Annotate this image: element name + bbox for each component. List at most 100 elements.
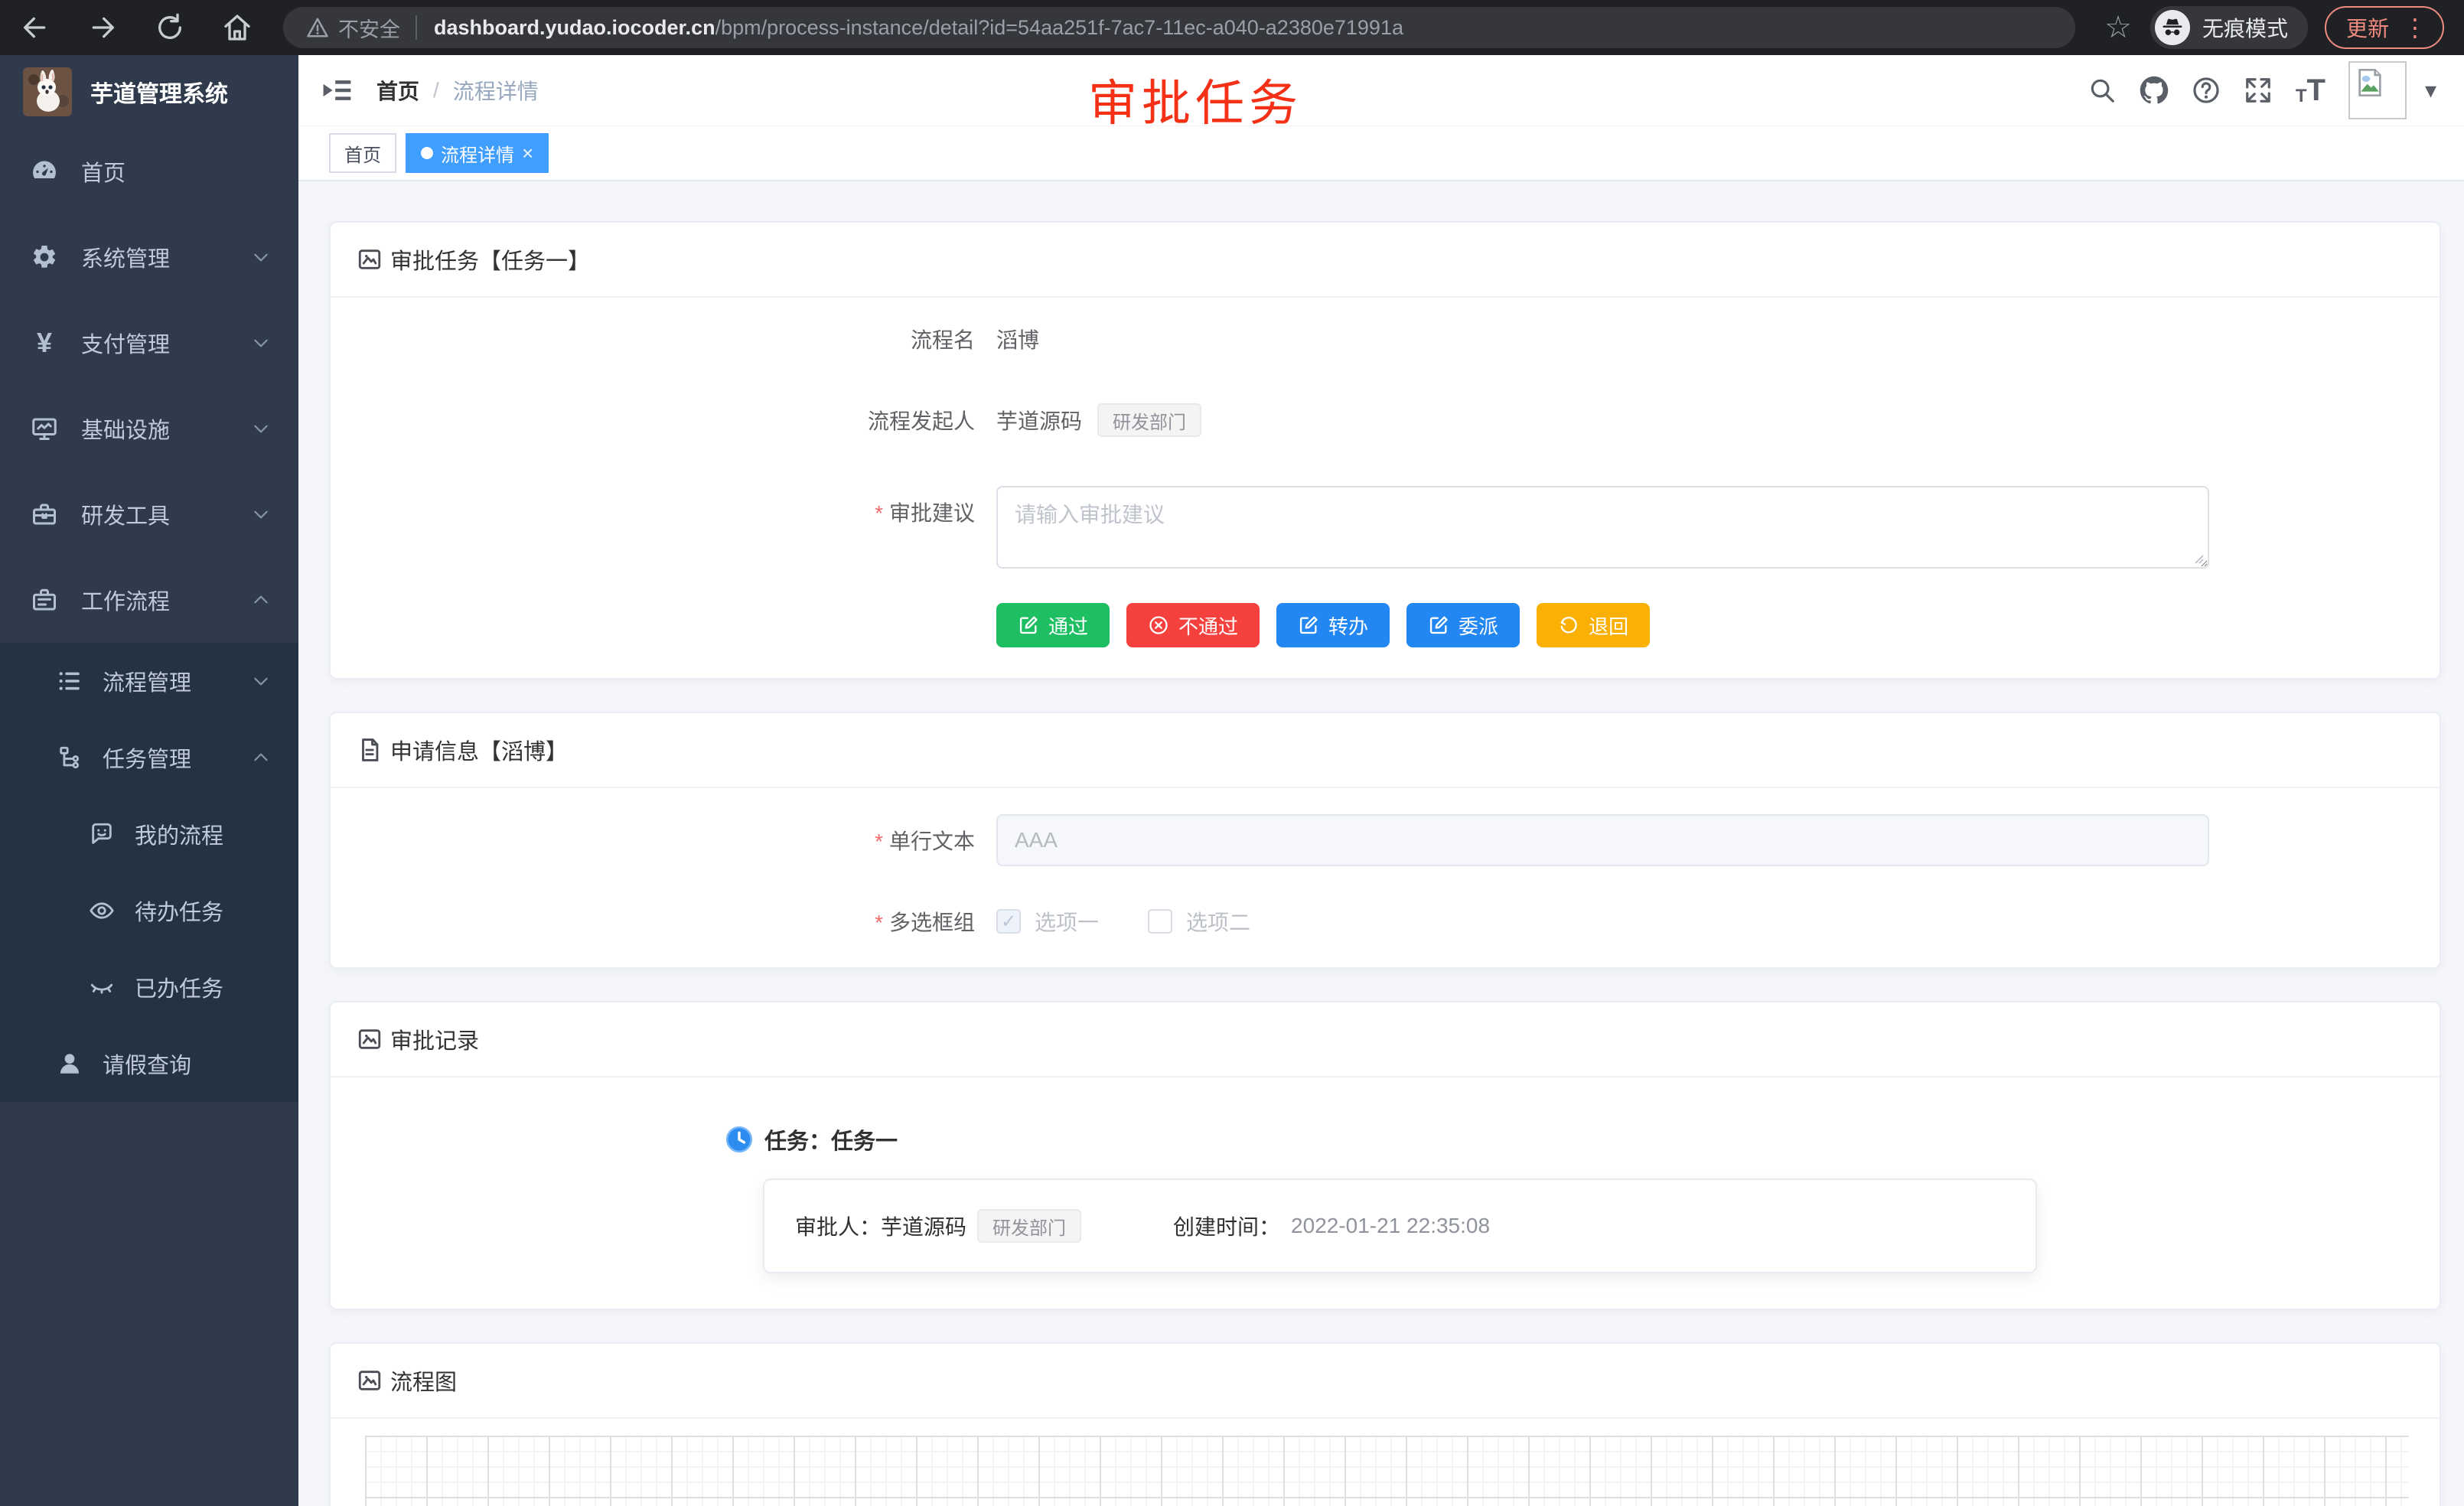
not-secure-icon[interactable] bbox=[306, 16, 329, 39]
button-label: 不通过 bbox=[1178, 611, 1238, 640]
sidebar-item-leave-query[interactable]: 请假查询 bbox=[0, 1025, 298, 1102]
github-icon[interactable] bbox=[2140, 76, 2169, 105]
return-button[interactable]: 退回 bbox=[1537, 603, 1650, 647]
forward-icon[interactable] bbox=[87, 12, 118, 43]
card-body: 任务：任务一 审批人： 芋道源码 研发部门 创建时间： 2022-01-21 2… bbox=[331, 1077, 2440, 1309]
sidebar-item-devtools[interactable]: 研发工具 bbox=[0, 471, 298, 557]
breadcrumb-separator: / bbox=[433, 78, 439, 103]
form-row-process-name: 流程名 滔博 bbox=[331, 324, 2409, 354]
button-label: 委派 bbox=[1459, 611, 1498, 640]
reload-icon[interactable] bbox=[155, 12, 185, 43]
form-row-opinion: 审批建议 bbox=[331, 486, 2409, 572]
yen-icon: ¥ bbox=[31, 329, 58, 357]
timeline-node: 任务：任务一 bbox=[725, 1123, 2409, 1156]
toolbox-icon bbox=[31, 500, 58, 528]
sidebar-item-done-tasks[interactable]: 已办任务 bbox=[0, 949, 298, 1025]
application-info-card: 申请信息【滔博】 单行文本 多选框组 ✓ 选项一 bbox=[329, 712, 2441, 969]
sidebar-item-workflow[interactable]: 工作流程 bbox=[0, 557, 298, 643]
search-icon[interactable] bbox=[2088, 76, 2117, 105]
url-path[interactable]: /bpm/process-instance/detail?id=54aa251f… bbox=[715, 16, 1403, 40]
dept-tag: 研发部门 bbox=[1097, 403, 1201, 437]
chevron-down-icon bbox=[251, 504, 271, 524]
breadcrumb: 首页 / 流程详情 bbox=[376, 75, 539, 106]
approval-record-card: 审批记录 任务：任务一 审批人： 芋道源码 研发部门 bbox=[329, 1001, 2441, 1310]
sidebar-item-label: 支付管理 bbox=[81, 327, 170, 359]
tree-icon bbox=[57, 745, 83, 771]
card-title: 审批任务【任务一】 bbox=[390, 243, 590, 275]
sidebar-item-system[interactable]: 系统管理 bbox=[0, 214, 298, 300]
process-name-value: 滔博 bbox=[996, 324, 1039, 354]
sidebar-item-task-management[interactable]: 任务管理 bbox=[0, 719, 298, 796]
checkbox-unchecked-icon[interactable] bbox=[1148, 909, 1172, 934]
chevron-down-icon bbox=[251, 671, 271, 691]
undo-icon bbox=[1558, 614, 1579, 636]
transfer-button[interactable]: 转办 bbox=[1276, 603, 1390, 647]
sidebar-item-label: 我的流程 bbox=[135, 818, 223, 850]
browser-toolbar: 不安全 dashboard.yudao.iocoder.cn /bpm/proc… bbox=[0, 0, 2464, 55]
hamburger-icon[interactable] bbox=[320, 73, 354, 107]
back-icon[interactable] bbox=[20, 12, 51, 43]
field-label: 流程发起人 bbox=[331, 405, 996, 435]
checkbox-label: 选项二 bbox=[1186, 906, 1250, 937]
card-body: 单行文本 多选框组 ✓ 选项一 bbox=[331, 788, 2440, 967]
sidebar-item-my-process[interactable]: 我的流程 bbox=[0, 796, 298, 872]
avatar-caret-icon[interactable]: ▾ bbox=[2425, 77, 2436, 104]
font-size-icon[interactable]: TT bbox=[2296, 75, 2325, 106]
address-bar[interactable]: 不安全 dashboard.yudao.iocoder.cn /bpm/proc… bbox=[283, 7, 2075, 48]
security-label[interactable]: 不安全 bbox=[338, 13, 400, 43]
sidebar-item-payment[interactable]: ¥ 支付管理 bbox=[0, 300, 298, 386]
bpmn-canvas-grid[interactable] bbox=[365, 1436, 2409, 1506]
approval-actions: 通过 不通过 转办 委 bbox=[996, 603, 2409, 647]
chevron-down-icon bbox=[251, 419, 271, 438]
browser-update-button[interactable]: 更新 ⋮ bbox=[2325, 6, 2444, 49]
avatar[interactable] bbox=[2348, 61, 2407, 119]
card-title: 流程图 bbox=[390, 1364, 457, 1397]
chevron-down-icon bbox=[251, 333, 271, 353]
form-row-initiator: 流程发起人 芋道源码 研发部门 bbox=[331, 403, 2409, 437]
sidebar-item-label: 基础设施 bbox=[81, 412, 170, 445]
card-title: 申请信息【滔博】 bbox=[390, 734, 568, 766]
tag-process-detail[interactable]: 流程详情 × bbox=[406, 133, 549, 173]
screen: 不安全 dashboard.yudao.iocoder.cn /bpm/proc… bbox=[0, 0, 2464, 1506]
approve-button[interactable]: 通过 bbox=[996, 603, 1110, 647]
checkbox-option-1[interactable]: ✓ 选项一 bbox=[996, 906, 1099, 937]
chevron-up-icon bbox=[251, 590, 271, 610]
update-label[interactable]: 更新 bbox=[2346, 12, 2389, 43]
card-header: 审批记录 bbox=[331, 1002, 2440, 1077]
tag-home[interactable]: 首页 bbox=[329, 133, 396, 173]
checkbox-checked-icon[interactable]: ✓ bbox=[996, 909, 1021, 934]
reject-button[interactable]: 不通过 bbox=[1126, 603, 1260, 647]
close-icon[interactable]: × bbox=[522, 143, 533, 163]
edit-icon bbox=[1018, 614, 1039, 636]
sidebar: 芋道管理系统 首页 系统管理 ¥ 支付管理 基础设施 bbox=[0, 55, 298, 1506]
dept-tag: 研发部门 bbox=[977, 1209, 1081, 1243]
timeline-task-title: 任务：任务一 bbox=[764, 1123, 898, 1156]
sidebar-item-label: 工作流程 bbox=[81, 584, 170, 616]
incognito-label: 无痕模式 bbox=[2202, 12, 2288, 43]
app-logo[interactable]: 芋道管理系统 bbox=[0, 55, 298, 129]
checkbox-option-2[interactable]: 选项二 bbox=[1148, 906, 1250, 937]
approver-value: 芋道源码 bbox=[881, 1211, 966, 1241]
opinion-textarea[interactable] bbox=[996, 486, 2209, 569]
document-icon bbox=[357, 737, 383, 763]
single-text-input[interactable] bbox=[996, 814, 2209, 866]
url-host[interactable]: dashboard.yudao.iocoder.cn bbox=[434, 16, 715, 40]
fullscreen-icon[interactable] bbox=[2244, 76, 2273, 105]
breadcrumb-home[interactable]: 首页 bbox=[376, 75, 419, 106]
dashboard-icon bbox=[31, 158, 58, 185]
logo-rabbit-image bbox=[23, 67, 72, 116]
bookmark-star-icon[interactable]: ☆ bbox=[2104, 12, 2132, 43]
sidebar-item-home[interactable]: 首页 bbox=[0, 129, 298, 214]
picture-icon bbox=[357, 246, 383, 272]
delegate-button[interactable]: 委派 bbox=[1406, 603, 1520, 647]
navbar-actions: TT ▾ bbox=[2088, 61, 2436, 119]
sidebar-item-todo-tasks[interactable]: 待办任务 bbox=[0, 872, 298, 949]
checkbox-label: 选项一 bbox=[1035, 906, 1099, 937]
menu-kebab-icon[interactable]: ⋮ bbox=[2403, 15, 2427, 40]
created-time-label: 创建时间： bbox=[1173, 1211, 1280, 1241]
sidebar-item-process-management[interactable]: 流程管理 bbox=[0, 643, 298, 719]
sidebar-item-infrastructure[interactable]: 基础设施 bbox=[0, 386, 298, 471]
user-icon bbox=[57, 1051, 83, 1077]
home-icon[interactable] bbox=[222, 12, 253, 43]
help-icon[interactable] bbox=[2192, 76, 2221, 105]
